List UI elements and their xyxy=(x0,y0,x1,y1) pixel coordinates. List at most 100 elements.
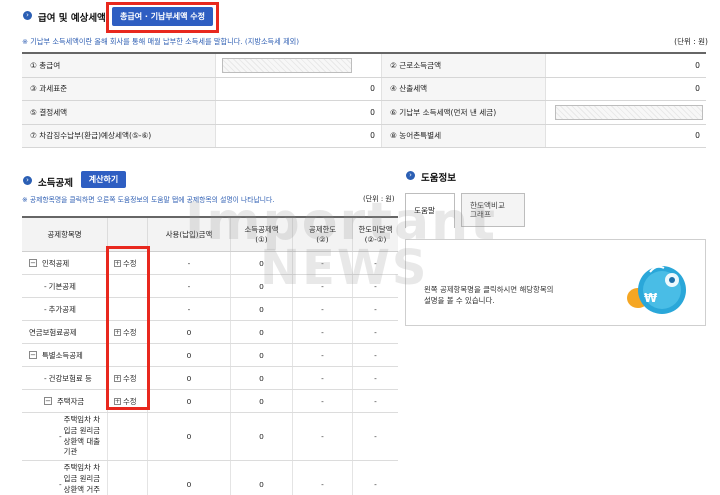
amount-cell: 0 xyxy=(148,390,231,412)
deduction-item-name[interactable]: - 주택임차 차입금 원리금 상환액 거주자 xyxy=(22,461,108,495)
shortfall-cell: - xyxy=(374,350,377,360)
table-row: ③ 과세표준 0 ④ 산출세액 0 xyxy=(22,77,706,101)
shortfall-cell: - xyxy=(374,281,377,291)
shortfall-cell: - xyxy=(374,432,377,441)
deduction-item-name[interactable]: 연금보험료공제 xyxy=(22,321,108,343)
limit-cell: - xyxy=(293,367,353,389)
row-label: ② 근로소득금액 xyxy=(382,54,546,77)
dash-icon: - xyxy=(59,432,62,441)
amount-cell: 0 xyxy=(148,413,231,460)
deduction-cell: 0 xyxy=(231,461,293,495)
row-value: 0 xyxy=(216,77,382,100)
deduction-item-name[interactable]: - 추가공제 xyxy=(22,298,108,320)
table-row: - 주택임차 차입금 원리금 상환액 거주자00-- xyxy=(22,461,398,495)
amount-cell: 0 xyxy=(148,321,231,343)
table-header: 공제항목명 사용(납입)금액 소득공제액 (①) 공제한도 (②) 한도미달액 … xyxy=(22,218,398,252)
tab-limit-graph[interactable]: 한도액비교 그래프 xyxy=(461,193,525,227)
deduction-item-name[interactable]: - 건강보험료 등 xyxy=(22,367,108,389)
section-bullet-icon: › xyxy=(23,11,32,20)
table-row: - 주택임차 차입금 원리금 상환액 대출기관 0 0 - - xyxy=(22,413,398,461)
row-label: ⑧ 농어촌특별세 xyxy=(382,124,546,147)
help-bullet-icon: › xyxy=(406,171,415,180)
amount-cell: 0 xyxy=(148,344,231,366)
limit-cell: - xyxy=(293,390,353,412)
row-label: ① 총급여 xyxy=(22,54,216,77)
collapse-icon[interactable]: − xyxy=(44,397,52,405)
tab-help[interactable]: 도움말 xyxy=(405,193,455,228)
shortfall-cell: - xyxy=(374,480,377,489)
help-content-panel: 왼쪽 공제항목명을 클릭하시면 해당항목의 설명을 볼 수 있습니다. ₩ xyxy=(405,239,706,326)
deduction-item-label: 추가공제 xyxy=(48,304,76,314)
deduction-cell: 0 xyxy=(231,344,293,366)
deduction-cell: 0 xyxy=(231,298,293,320)
deduction-note: ※ 공제항목명을 클릭하면 오른쪽 도움정보의 도움말 탭에 공제항목의 설명이… xyxy=(22,196,275,204)
col-header: 사용(납입)금액 xyxy=(148,218,231,251)
limit-cell: - xyxy=(293,344,353,366)
unit-label: (단위 : 원) xyxy=(363,195,395,203)
deduction-cell: 0 xyxy=(231,321,293,343)
edit-salary-tax-button[interactable]: 총급여 · 기납부세액 수정 xyxy=(112,7,213,26)
col-header: 공제항목명 xyxy=(22,218,108,251)
deduction-item-name[interactable]: - 주택임차 차입금 원리금 상환액 대출기관 xyxy=(22,413,108,460)
calculate-button[interactable]: 계산하기 xyxy=(81,171,126,188)
edit-cell xyxy=(108,413,148,460)
prepaid-tax-note: ※ 기납부 소득세액이란 올해 회사를 통해 매월 납부한 소득세를 말합니다.… xyxy=(22,37,300,46)
help-text: 왼쪽 공제항목명을 클릭하시면 해당항목의 설명을 볼 수 있습니다. xyxy=(424,285,554,306)
deduction-cell: 0 xyxy=(231,413,293,460)
deduction-item-name[interactable]: - 기본공제 xyxy=(22,275,108,297)
row-label: ⑦ 차감징수납부(환급)예상세액(⑤-⑥) xyxy=(22,124,216,147)
table-row: - 추가공제 -0- - xyxy=(22,298,398,321)
table-row: ⑤ 결정세액 0 ⑥ 기납부 소득세액(먼저 낸 세금) xyxy=(22,101,706,125)
row-label: ⑥ 기납부 소득세액(먼저 낸 세금) xyxy=(382,101,546,124)
col-header: 공제한도 (②) xyxy=(293,218,353,251)
deduction-item-name[interactable]: − 인적공제 xyxy=(22,252,108,274)
mascot-icon: ₩ xyxy=(627,265,686,314)
amount-cell: 0 xyxy=(148,461,231,495)
shortfall-cell: - xyxy=(374,304,377,314)
highlight-box xyxy=(106,246,150,410)
table-row: 연금보험료공제 + 수정 0 0- - xyxy=(22,321,398,344)
deduction-item-label: 특별소득공제 xyxy=(42,350,83,360)
row-value: 0 xyxy=(695,60,700,70)
deduction-item-name[interactable]: − 특별소득공제 xyxy=(22,344,108,366)
deduction-item-label: 주택임차 차입금 원리금 상환액 대출기관 xyxy=(63,415,101,457)
table-row: − 특별소득공제 0 0- - xyxy=(22,344,398,367)
table-row: ⑦ 차감징수납부(환급)예상세액(⑤-⑥) 0 ⑧ 농어촌특별세 0 xyxy=(22,124,706,148)
amount-cell: - xyxy=(148,275,231,297)
svg-text:₩: ₩ xyxy=(644,291,658,305)
deduction-item-label: 건강보험료 등 xyxy=(48,373,92,383)
section-title-salary: 급여 및 예상세액 xyxy=(38,13,106,24)
collapse-icon[interactable]: − xyxy=(29,351,37,359)
limit-cell: - xyxy=(293,461,353,495)
table-row: - 건강보험료 등 + 수정 0 0- - xyxy=(22,367,398,390)
row-label: ④ 산출세액 xyxy=(382,77,546,100)
row-label: ③ 과세표준 xyxy=(22,77,216,100)
amount-cell: - xyxy=(148,252,231,274)
section-bullet-icon: › xyxy=(23,176,32,185)
dash-icon: - xyxy=(44,281,47,291)
edit-cell xyxy=(108,461,148,495)
row-value: 0 xyxy=(695,84,700,94)
row-value: 0 xyxy=(216,101,382,124)
table-row: ① 총급여 ② 근로소득금액 0 xyxy=(22,54,706,78)
deduction-item-name[interactable]: − 주택자금 xyxy=(22,390,108,412)
deduction-cell: 0 xyxy=(231,275,293,297)
row-label: ⑤ 결정세액 xyxy=(22,101,216,124)
shortfall-cell: - xyxy=(374,396,377,406)
prepaid-tax-input[interactable] xyxy=(555,105,703,120)
shortfall-cell: - xyxy=(374,258,377,268)
section-title-deduction: 소득공제 xyxy=(38,178,73,189)
deduction-cell: 0 xyxy=(231,390,293,412)
amount-cell: 0 xyxy=(148,367,231,389)
unit-label: (단위 : 원) xyxy=(674,37,708,46)
dash-icon: - xyxy=(59,480,62,489)
collapse-icon[interactable]: − xyxy=(29,259,37,267)
table-row: − 인적공제 + 수정 -0- - xyxy=(22,252,398,275)
col-header: 한도미달액 (②-①) xyxy=(358,225,393,244)
shortfall-cell: - xyxy=(374,327,377,337)
total-salary-input[interactable] xyxy=(222,58,352,73)
table-row: − 주택자금 + 수정 0 0- - xyxy=(22,390,398,413)
deduction-item-label: 주택임차 차입금 원리금 상환액 거주자 xyxy=(63,463,101,494)
dash-icon: - xyxy=(44,373,47,383)
deduction-item-label: 인적공제 xyxy=(42,258,70,268)
